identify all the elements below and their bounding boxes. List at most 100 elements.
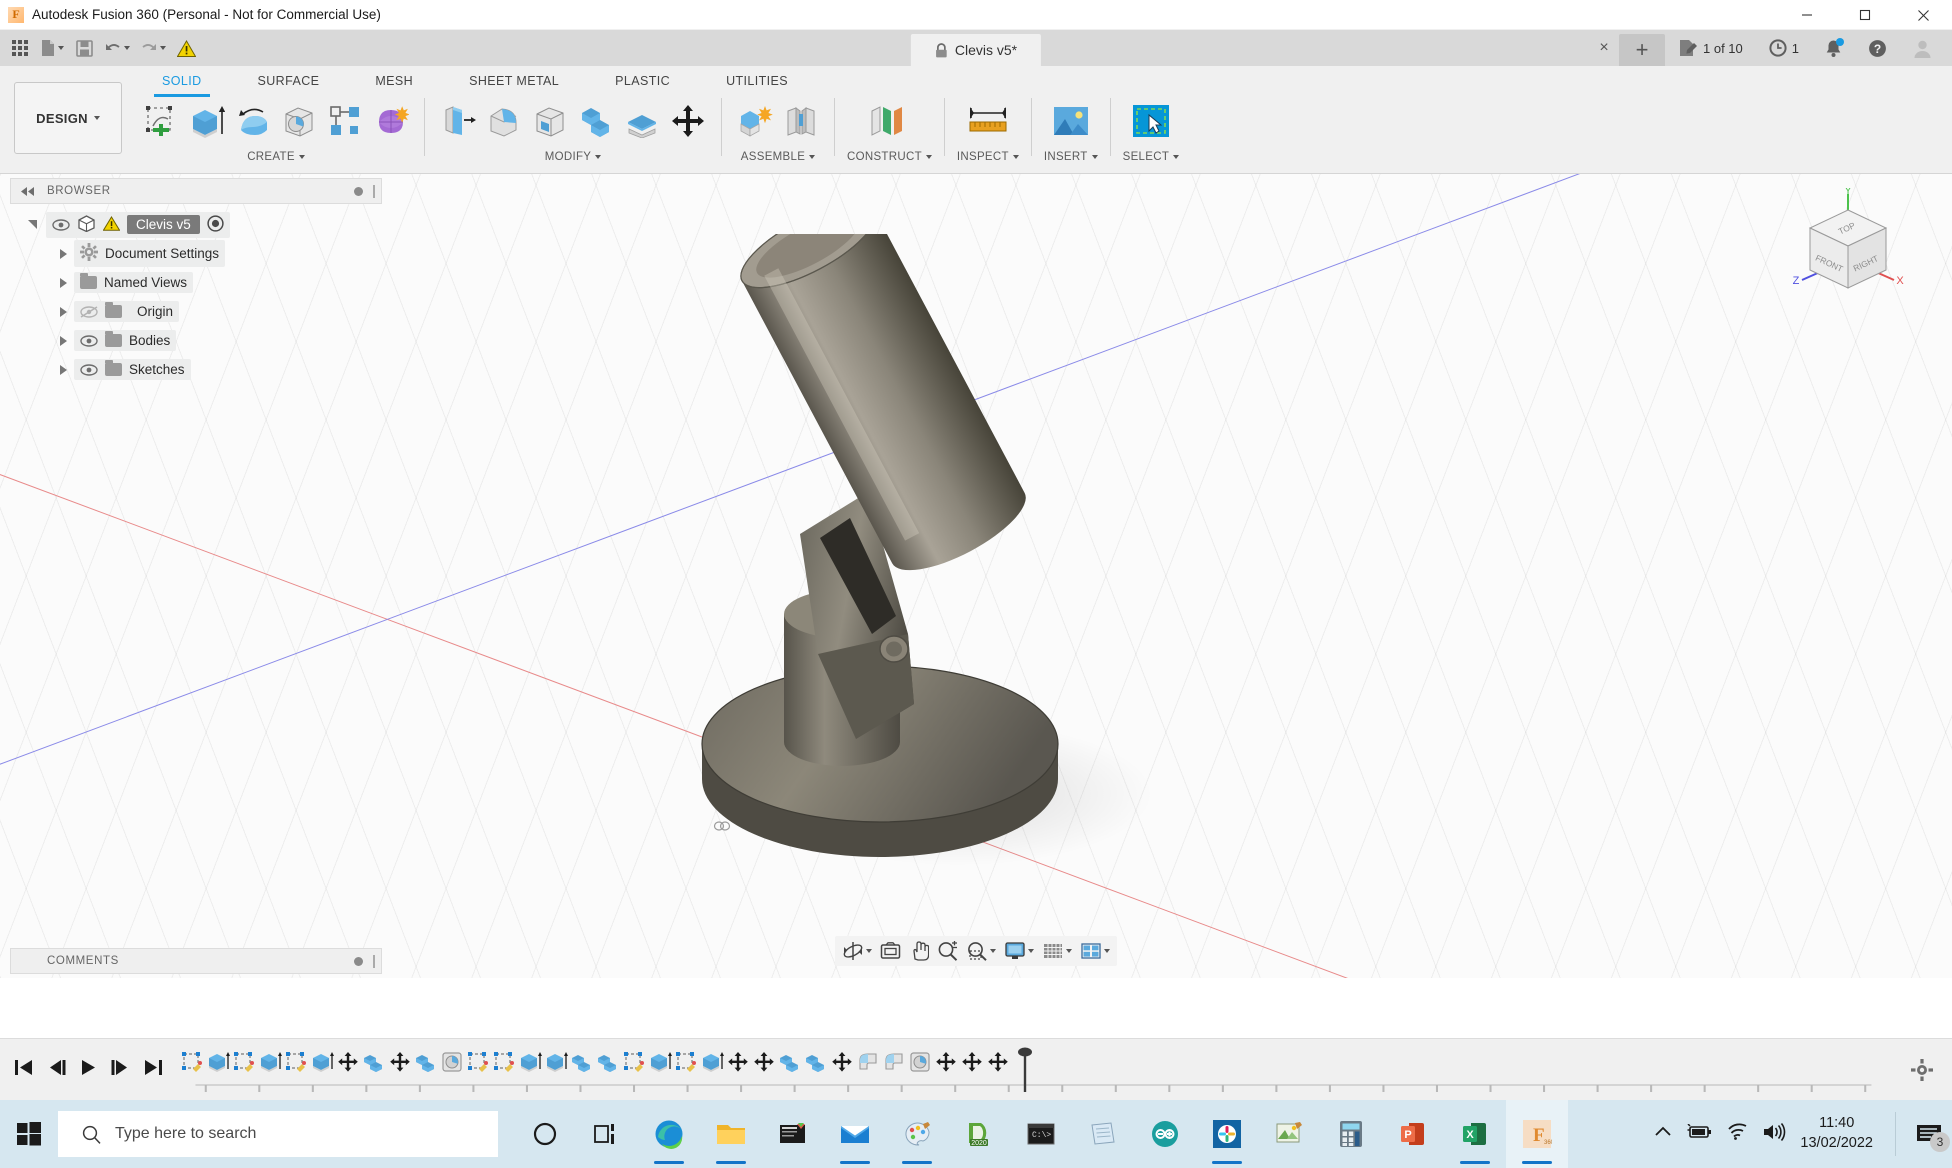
taskbar-app-cortana[interactable]	[514, 1100, 576, 1168]
tab-surface[interactable]: SURFACE	[258, 74, 320, 92]
step-back-button[interactable]	[47, 1059, 66, 1081]
expand-arrow-icon[interactable]	[28, 220, 37, 229]
create-sketch-icon[interactable]	[140, 98, 182, 144]
new-document-button[interactable]	[36, 33, 68, 63]
comments-collapse-dot[interactable]	[354, 956, 363, 966]
browser-resize-handle[interactable]	[373, 184, 375, 198]
close-document-button[interactable]: ×	[1589, 30, 1619, 66]
timeline-feature-combine[interactable]	[595, 1047, 621, 1077]
timeline-feature-sketch[interactable]	[231, 1047, 257, 1077]
display-settings-button[interactable]	[1001, 938, 1037, 964]
timeline-settings-button[interactable]	[1892, 1058, 1952, 1081]
timeline-feature-move-copy[interactable]	[985, 1047, 1011, 1077]
redo-button[interactable]	[136, 33, 170, 63]
orbit-button[interactable]	[839, 938, 875, 964]
timeline-feature-move-copy[interactable]	[751, 1047, 777, 1077]
expand-arrow-icon[interactable]	[60, 248, 67, 259]
battery-charging-icon[interactable]	[1686, 1122, 1712, 1145]
minimize-button[interactable]	[1778, 0, 1836, 30]
timeline-feature-move-copy[interactable]	[387, 1047, 413, 1077]
taskbar-app-design-2020[interactable]: 2020	[948, 1100, 1010, 1168]
tab-mesh[interactable]: MESH	[375, 74, 413, 92]
offset-plane-icon[interactable]	[861, 98, 917, 144]
volume-icon[interactable]	[1762, 1122, 1786, 1146]
play-button[interactable]	[80, 1059, 97, 1081]
grid-and-snaps-button[interactable]	[1039, 938, 1075, 964]
timeline-feature-move-copy[interactable]	[335, 1047, 361, 1077]
shell-icon[interactable]	[529, 98, 571, 144]
fillet-icon[interactable]	[483, 98, 525, 144]
revolve-icon[interactable]	[232, 98, 274, 144]
start-button[interactable]	[0, 1100, 58, 1168]
combine-icon[interactable]	[575, 98, 617, 144]
timeline-feature-fillet[interactable]	[881, 1047, 907, 1077]
taskbar-app-file-explorer[interactable]	[700, 1100, 762, 1168]
insert-mcmaster-icon[interactable]	[1045, 98, 1097, 144]
wifi-icon[interactable]	[1726, 1123, 1748, 1145]
maximize-button[interactable]	[1836, 0, 1894, 30]
tab-sheet-metal[interactable]: SHEET METAL	[469, 74, 559, 92]
user-avatar[interactable]	[1900, 30, 1952, 66]
timeline-feature-sketch[interactable]	[621, 1047, 647, 1077]
design-canvas[interactable]: BROWSER Clevis v5 Document Settings Name…	[0, 174, 1952, 978]
activate-component-radio[interactable]	[207, 214, 224, 235]
extrude-icon[interactable]	[186, 98, 228, 144]
timeline-feature-combine[interactable]	[777, 1047, 803, 1077]
new-tab-button[interactable]: +	[1619, 34, 1665, 66]
taskbar-app-arduino-ide[interactable]	[1134, 1100, 1196, 1168]
timeline-feature-move-copy[interactable]	[829, 1047, 855, 1077]
taskbar-app-powerpoint[interactable]: P	[1382, 1100, 1444, 1168]
look-at-button[interactable]	[877, 938, 904, 964]
timeline-feature-combine[interactable]	[361, 1047, 387, 1077]
document-tab[interactable]: Clevis v5*	[910, 34, 1042, 66]
timeline-feature-move-copy[interactable]	[959, 1047, 985, 1077]
workspace-switcher[interactable]: DESIGN	[14, 82, 122, 154]
comments-panel[interactable]: COMMENTS	[10, 948, 382, 974]
close-button[interactable]	[1894, 0, 1952, 30]
taskbar-app-fusion-360[interactable]: F360	[1506, 1100, 1568, 1168]
select-icon[interactable]	[1125, 98, 1177, 144]
joint-icon[interactable]	[780, 98, 822, 144]
taskbar-app-mail[interactable]	[824, 1100, 886, 1168]
taskbar-clock[interactable]: 11:40 13/02/2022	[1800, 1114, 1873, 1153]
tree-row-document-settings[interactable]: Document Settings	[10, 239, 382, 268]
timeline-feature-fillet[interactable]	[855, 1047, 881, 1077]
taskbar-app-calculator[interactable]	[1320, 1100, 1382, 1168]
taskbar-search-input[interactable]: Type here to search	[58, 1111, 498, 1157]
zoom-window-button[interactable]	[963, 938, 999, 964]
clevis-model[interactable]	[700, 234, 1220, 884]
viewports-button[interactable]	[1077, 938, 1113, 964]
expand-arrow-icon[interactable]	[60, 364, 67, 375]
edits-indicator[interactable]: 1 of 10	[1665, 30, 1756, 66]
browser-collapse-dot[interactable]	[354, 186, 363, 196]
timeline-feature-combine[interactable]	[803, 1047, 829, 1077]
tree-row-sketches[interactable]: Sketches	[10, 355, 382, 384]
action-center-button[interactable]: 3	[1916, 1123, 1950, 1152]
expand-arrow-icon[interactable]	[60, 277, 67, 288]
offset-face-icon[interactable]	[621, 98, 663, 144]
step-forward-button[interactable]	[111, 1059, 130, 1081]
tab-plastic[interactable]: PLASTIC	[615, 74, 670, 92]
timeline-feature-hole[interactable]	[907, 1047, 933, 1077]
taskbar-app-photo-editor[interactable]	[1258, 1100, 1320, 1168]
form-icon[interactable]	[370, 98, 412, 144]
zoom-button[interactable]	[934, 938, 961, 964]
taskbar-app-sticky-notes[interactable]	[762, 1100, 824, 1168]
app-grid-icon[interactable]	[6, 33, 34, 63]
timeline-feature-sketch[interactable]	[179, 1047, 205, 1077]
taskbar-app-excel[interactable]: X	[1444, 1100, 1506, 1168]
notifications-button[interactable]	[1812, 30, 1855, 66]
browser-header[interactable]: BROWSER	[10, 178, 382, 204]
timeline-feature-extrude[interactable]	[205, 1047, 231, 1077]
comments-resize-handle[interactable]	[373, 954, 375, 968]
tab-utilities[interactable]: UTILITIES	[726, 74, 788, 92]
tab-solid[interactable]: SOLID	[154, 74, 209, 97]
move-copy-icon[interactable]	[667, 98, 709, 144]
timeline-feature-extrude[interactable]	[517, 1047, 543, 1077]
tree-row-bodies[interactable]: Bodies	[10, 326, 382, 355]
timeline-feature-combine[interactable]	[569, 1047, 595, 1077]
hole-icon[interactable]	[278, 98, 320, 144]
root-component-name[interactable]: Clevis v5	[127, 215, 200, 234]
visibility-eye-off-icon[interactable]	[80, 305, 98, 318]
timeline-feature-sketch[interactable]	[465, 1047, 491, 1077]
